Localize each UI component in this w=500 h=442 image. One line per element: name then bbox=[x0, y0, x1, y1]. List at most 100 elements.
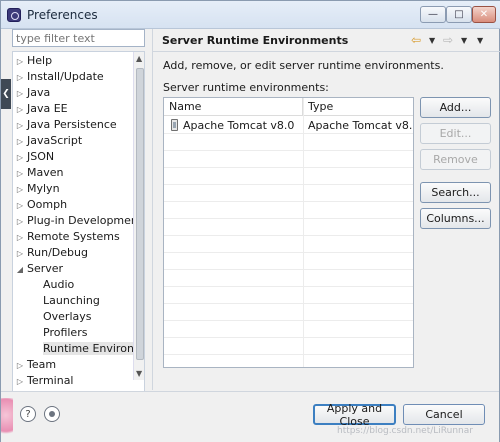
edit-button[interactable]: Edit... bbox=[420, 123, 491, 144]
tree-item[interactable]: ◢ Server bbox=[13, 262, 133, 278]
tree-item[interactable]: ▷ Java Persistence bbox=[13, 118, 133, 134]
expand-arrow-icon[interactable]: ▷ bbox=[13, 105, 27, 114]
decorative-corner-image bbox=[1, 398, 13, 441]
dialog-footer: ? Apply and Close Cancel https://blog.cs… bbox=[1, 391, 499, 442]
expand-arrow-icon[interactable]: ▷ bbox=[13, 169, 27, 178]
expand-arrow-icon[interactable]: ▷ bbox=[13, 233, 27, 242]
tree-item[interactable]: Runtime Environm bbox=[13, 342, 133, 358]
tree-item[interactable]: ▷ Run/Debug bbox=[13, 246, 133, 262]
scroll-down-icon[interactable]: ▼ bbox=[136, 369, 142, 378]
forward-arrow-icon[interactable]: ⇨ bbox=[443, 32, 453, 48]
tree-item[interactable]: ▷ Help bbox=[13, 54, 133, 70]
expand-arrow-icon[interactable]: ▷ bbox=[13, 361, 27, 370]
tree-item-label: Remote Systems bbox=[27, 230, 120, 243]
column-header-type[interactable]: Type bbox=[303, 98, 413, 116]
expand-arrow-icon[interactable]: ▷ bbox=[13, 217, 27, 226]
column-divider bbox=[303, 98, 304, 367]
help-icon[interactable]: ? bbox=[20, 406, 36, 422]
import-export-icon[interactable] bbox=[44, 406, 60, 422]
page-title: Server Runtime Environments bbox=[162, 34, 349, 47]
tree-vertical-scrollbar[interactable]: ▲ ▼ bbox=[133, 52, 144, 380]
tree-item-label: Launching bbox=[43, 294, 100, 307]
tree-item[interactable]: ▷ Oomph bbox=[13, 198, 133, 214]
tree-item[interactable]: ▷ JavaScript bbox=[13, 134, 133, 150]
expand-arrow-icon[interactable]: ▷ bbox=[13, 89, 27, 98]
expand-arrow-icon[interactable]: ▷ bbox=[13, 185, 27, 194]
tree-item-label: Runtime Environm bbox=[43, 342, 133, 355]
add-button[interactable]: Add... bbox=[420, 97, 491, 118]
tree-item[interactable]: Launching bbox=[13, 294, 133, 310]
row-divider bbox=[164, 354, 413, 355]
scrollbar-thumb[interactable] bbox=[136, 68, 144, 360]
window-title: Preferences bbox=[27, 8, 98, 22]
tree-item-label: Audio bbox=[43, 278, 75, 291]
apply-and-close-button[interactable]: Apply and Close bbox=[313, 402, 396, 428]
maximize-button[interactable]: □ bbox=[446, 6, 472, 23]
tree-item[interactable]: ▷ Java EE bbox=[13, 102, 133, 118]
preference-page: Server Runtime Environments ⇦ ▼ ⇨ ▼ ▼ Ad… bbox=[152, 29, 500, 390]
title-bar[interactable]: Preferences — □ ✕ bbox=[1, 1, 500, 29]
row-divider bbox=[164, 133, 413, 134]
tree-item-label: Maven bbox=[27, 166, 64, 179]
tree-item[interactable]: ▷ Remote Systems bbox=[13, 230, 133, 246]
expand-arrow-icon[interactable]: ▷ bbox=[13, 249, 27, 258]
row-divider bbox=[164, 303, 413, 304]
column-header-name[interactable]: Name bbox=[164, 98, 303, 116]
tree-item-label: Java bbox=[27, 86, 51, 99]
tree-item[interactable]: Audio bbox=[13, 278, 133, 294]
tree-item-label: Install/Update bbox=[27, 70, 104, 83]
remove-button[interactable]: Remove bbox=[420, 149, 491, 170]
back-history-dropdown-icon[interactable]: ▼ bbox=[429, 32, 435, 48]
back-arrow-icon[interactable]: ⇦ bbox=[411, 32, 421, 48]
tree-item[interactable]: ▷ Java bbox=[13, 86, 133, 102]
tree-item-label: Help bbox=[27, 54, 53, 67]
eclipse-app-icon bbox=[7, 8, 21, 22]
expand-arrow-icon[interactable]: ▷ bbox=[13, 137, 27, 146]
expand-arrow-icon[interactable]: ▷ bbox=[13, 201, 27, 210]
runtime-environments-table: Name Type Apache Tomcat v8.0 Apache Tomc… bbox=[163, 97, 414, 368]
row-divider bbox=[164, 337, 413, 338]
expand-arrow-icon[interactable]: ▷ bbox=[13, 377, 27, 386]
forward-history-dropdown-icon[interactable]: ▼ bbox=[461, 32, 467, 48]
row-divider bbox=[164, 218, 413, 219]
tree-item-label: Terminal bbox=[27, 374, 74, 387]
columns-button[interactable]: Columns... bbox=[420, 208, 491, 229]
collapse-arrow-icon[interactable]: ◢ bbox=[13, 265, 27, 274]
row-divider bbox=[164, 201, 413, 202]
search-button[interactable]: Search... bbox=[420, 182, 491, 203]
watermark: https://blog.csdn.net/LiRunnar bbox=[337, 426, 473, 436]
view-menu-icon[interactable]: ▼ bbox=[477, 32, 483, 48]
expand-arrow-icon[interactable]: ▷ bbox=[13, 73, 27, 82]
collapse-arrow-icon[interactable]: ❮ bbox=[1, 79, 11, 109]
tree-item[interactable]: ▷ Plug-in Development bbox=[13, 214, 133, 230]
close-button[interactable]: ✕ bbox=[472, 6, 496, 23]
scroll-up-icon[interactable]: ▲ bbox=[136, 54, 142, 63]
tree-item-label: Java EE bbox=[27, 102, 68, 115]
page-header: Server Runtime Environments ⇦ ▼ ⇨ ▼ ▼ bbox=[153, 29, 500, 52]
tree-item[interactable]: ▷ Install/Update bbox=[13, 70, 133, 86]
preferences-sidebar: ▷Help ▷Install/Update ▷Java ▷Java EE ▷Ja… bbox=[11, 29, 149, 403]
tree-item[interactable]: ▷ Terminal bbox=[13, 374, 133, 390]
page-description: Add, remove, or edit server runtime envi… bbox=[163, 59, 444, 72]
tree-item-label: JavaScript bbox=[27, 134, 83, 147]
tree-item-label: Run/Debug bbox=[27, 246, 88, 259]
expand-arrow-icon[interactable]: ▷ bbox=[13, 57, 27, 66]
preferences-window: Preferences — □ ✕ ❮ ▷Help ▷Install/Updat… bbox=[0, 0, 500, 442]
row-divider bbox=[164, 320, 413, 321]
preferences-tree: ▷ Help ▷ Install/Update ▷ Java ▷ Java EE ▷ Ja… bbox=[12, 51, 145, 403]
tree-item[interactable]: ▷ Maven bbox=[13, 166, 133, 182]
row-divider bbox=[164, 184, 413, 185]
cancel-button[interactable]: Cancel bbox=[403, 404, 485, 425]
tree-item-label: Mylyn bbox=[27, 182, 60, 195]
tree-item[interactable]: ▷ Team bbox=[13, 358, 133, 374]
filter-input[interactable] bbox=[12, 29, 145, 47]
row-divider bbox=[164, 150, 413, 151]
tree-item[interactable]: ▷ Mylyn bbox=[13, 182, 133, 198]
minimize-button[interactable]: — bbox=[420, 6, 446, 23]
tree-item[interactable]: Profilers bbox=[13, 326, 133, 342]
expand-arrow-icon[interactable]: ▷ bbox=[13, 121, 27, 130]
row-name: Apache Tomcat v8.0 bbox=[183, 119, 295, 132]
tree-item[interactable]: ▷ JSON bbox=[13, 150, 133, 166]
tree-item[interactable]: Overlays bbox=[13, 310, 133, 326]
expand-arrow-icon[interactable]: ▷ bbox=[13, 153, 27, 162]
